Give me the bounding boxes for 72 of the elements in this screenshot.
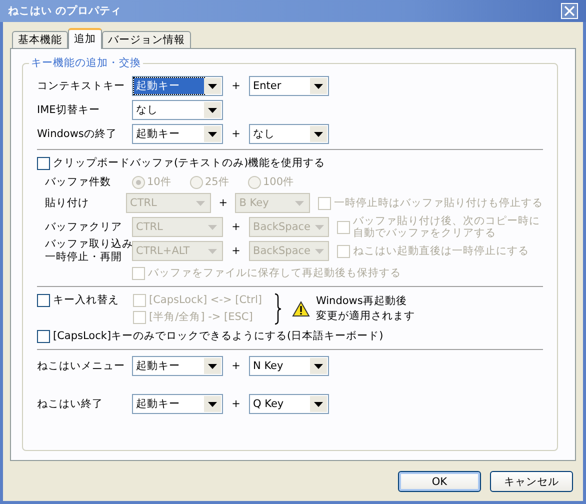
- ok-button[interactable]: OK: [398, 471, 481, 492]
- caret-icon: [208, 364, 217, 368]
- brace-icon: [274, 292, 282, 324]
- plus-sign: +: [230, 245, 242, 257]
- field-label: Windowsの終了: [37, 127, 118, 141]
- caret-icon: [315, 248, 324, 254]
- radio-label: 10件: [147, 175, 172, 189]
- plus-sign: +: [218, 197, 229, 209]
- dropdown[interactable]: 起動キー: [132, 76, 223, 96]
- field-label: 貼り付け: [45, 196, 89, 210]
- radio-button[interactable]: [190, 176, 203, 188]
- caret-icon: [295, 200, 304, 206]
- field-label: バッファ取り込み: [45, 238, 133, 251]
- checkbox-label: バッファをファイルに保存して再起動後も保持する: [148, 266, 401, 280]
- dropdown[interactable]: なし: [249, 124, 329, 144]
- caret-icon: [208, 402, 217, 406]
- caret-icon: [208, 248, 217, 254]
- plus-sign: +: [230, 128, 242, 140]
- radio-button[interactable]: [248, 176, 261, 188]
- dropdown[interactable]: 起動キー: [132, 356, 223, 376]
- checkbox-label: [CapsLock]キーのみでロックできるようにする(日本語キーボード): [53, 329, 384, 343]
- dropdown[interactable]: なし: [132, 100, 223, 120]
- caret-icon: [208, 108, 217, 112]
- caret-icon: [208, 132, 217, 136]
- caret-icon: [315, 224, 324, 230]
- warning-icon: [292, 300, 310, 316]
- close-icon[interactable]: [561, 3, 578, 19]
- field-label: バッファ件数: [44, 176, 112, 188]
- cancel-button[interactable]: キャンセル: [490, 471, 573, 492]
- group-title: キー機能の追加・交換: [29, 56, 143, 70]
- field-label: コンテキストキー: [37, 79, 126, 93]
- checkbox-label: 一時停止時はバッファ貼り付けも停止する: [334, 197, 543, 209]
- checkbox[interactable]: [37, 330, 50, 342]
- field-label: ねこはい終了: [37, 397, 104, 411]
- radio-label: 100件: [263, 175, 294, 189]
- dropdown[interactable]: 起動キー: [132, 124, 223, 144]
- tab[interactable]: バージョン情報: [102, 31, 191, 48]
- caret-icon: [208, 84, 217, 88]
- dropdown[interactable]: N Key: [249, 356, 329, 376]
- caret-icon: [196, 200, 206, 206]
- radio-button[interactable]: [132, 176, 145, 188]
- window-title: ねこはい のプロパティ: [8, 4, 123, 18]
- dropdown[interactable]: 起動キー: [132, 394, 223, 414]
- dropdown[interactable]: Q Key: [249, 394, 329, 414]
- caret-icon: [314, 84, 323, 88]
- caret-icon: [314, 132, 323, 136]
- plus-sign: +: [230, 221, 242, 233]
- caret-icon: [208, 224, 217, 230]
- radio-label: 25件: [205, 175, 230, 189]
- field-label: IME切替キー: [37, 103, 101, 117]
- tab[interactable]: 基本機能: [12, 31, 68, 48]
- checkbox-label: [半角/全角] -> [ESC]: [149, 310, 253, 324]
- plus-sign: +: [230, 398, 242, 410]
- caret-icon: [314, 364, 323, 368]
- notice-text: Windows再起動後: [316, 294, 407, 308]
- checkbox-label: 自動でバッファをクリアする: [353, 227, 496, 239]
- field-label: 一時停止・再開: [45, 251, 122, 264]
- checkbox[interactable]: [37, 156, 50, 170]
- notice-text: 変更が適用されます: [316, 308, 415, 324]
- field-label: バッファクリア: [45, 220, 122, 234]
- checkbox-label: ねこはい起動直後は一時停止にする: [353, 245, 529, 257]
- field-label: ねこはいメニュー: [37, 359, 126, 373]
- checkbox-label: クリップボードバッファ(テキストのみ)機能を使用する: [53, 156, 326, 170]
- caret-icon: [314, 402, 323, 406]
- tab[interactable]: 追加: [68, 28, 102, 49]
- checkbox-label: キー入れ替え: [53, 293, 120, 307]
- checkbox-label: バッファ貼り付け後、次のコピー時に: [353, 215, 540, 227]
- plus-sign: +: [230, 360, 242, 372]
- plus-sign: +: [230, 80, 242, 92]
- checkbox[interactable]: [37, 294, 50, 306]
- dropdown[interactable]: Enter: [249, 76, 329, 96]
- checkbox-label: [CapsLock] <-> [Ctrl]: [149, 294, 262, 306]
